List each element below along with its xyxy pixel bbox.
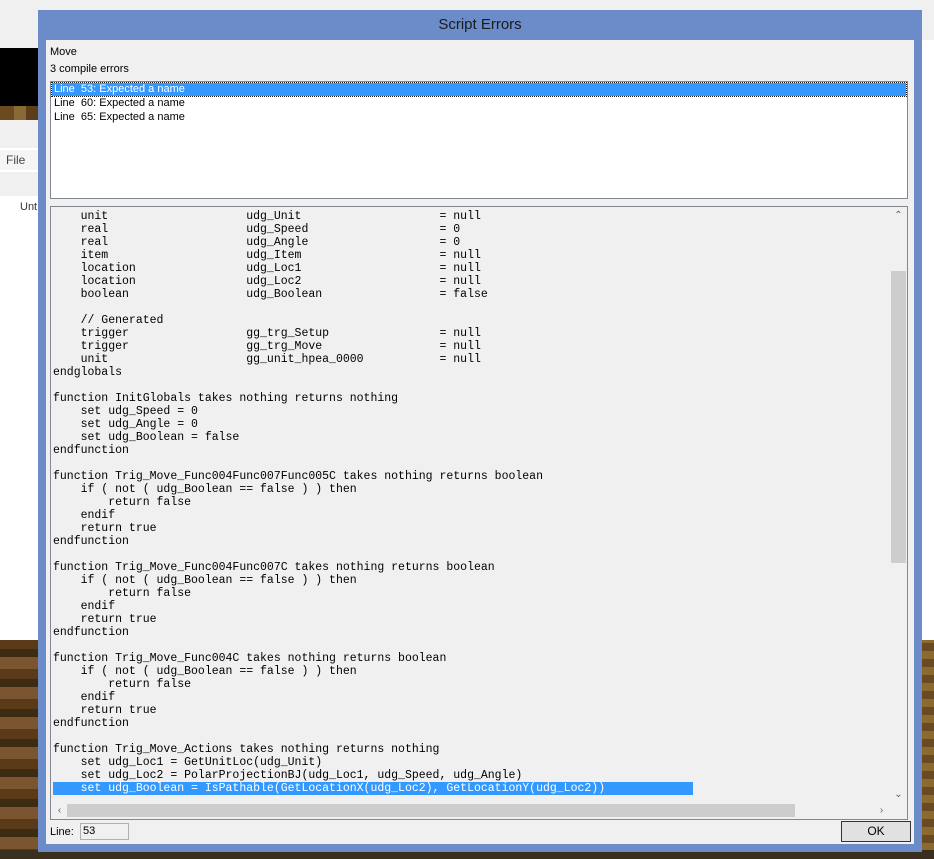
code-line: endfunction [53, 626, 129, 639]
background-tree-item[interactable]: Unt [20, 201, 37, 213]
code-line: set udg_Boolean = false [53, 431, 240, 444]
code-line: return false [53, 496, 192, 509]
background-terrain-right [920, 640, 934, 859]
background-menu-file[interactable]: File [0, 150, 40, 170]
code-line: if ( not ( udg_Boolean == false ) ) then [53, 483, 357, 496]
code-line: endif [53, 691, 116, 704]
script-errors-dialog: Script Errors Move 3 compile errors Line… [38, 10, 922, 852]
script-code-view[interactable]: unit udg_Unit = null real udg_Speed = 0 … [50, 206, 908, 820]
scroll-right-arrow-icon[interactable]: › [873, 802, 890, 819]
line-label: Line: [50, 826, 74, 838]
code-line: endfunction [53, 717, 129, 730]
code-line: endfunction [53, 535, 129, 548]
dialog-client-area: Move 3 compile errors Line 53: Expected … [46, 40, 914, 844]
code-line: function Trig_Move_Func004C takes nothin… [53, 652, 447, 665]
background-left-toolbar [0, 120, 40, 148]
code-line: location udg_Loc2 = null [53, 275, 481, 288]
code-line: endif [53, 600, 116, 613]
code-line: if ( not ( udg_Boolean == false ) ) then [53, 665, 357, 678]
code-line: boolean udg_Boolean = false [53, 288, 488, 301]
line-number-field: 53 [80, 823, 129, 840]
code-line: if ( not ( udg_Boolean == false ) ) then [53, 574, 357, 587]
horizontal-scrollbar[interactable]: ‹ › [51, 802, 890, 819]
code-line: return false [53, 587, 192, 600]
dialog-title: Script Errors [438, 16, 522, 33]
scroll-up-arrow-icon[interactable]: ⌃ [890, 207, 907, 224]
code-line: set udg_Boolean = IsPathable(GetLocation… [53, 782, 693, 795]
code-line: unit gg_unit_hpea_0000 = null [53, 353, 481, 366]
scroll-corner [890, 802, 907, 819]
vertical-scrollbar[interactable]: ⌃ ⌄ [890, 207, 907, 803]
background-terrain-left [0, 640, 40, 859]
scroll-down-arrow-icon[interactable]: ⌄ [890, 786, 907, 803]
code-line: location udg_Loc1 = null [53, 262, 481, 275]
ok-button[interactable]: OK [841, 821, 911, 842]
code-line: // Generated [53, 314, 164, 327]
code-line: real udg_Speed = 0 [53, 223, 461, 236]
background-right-panel [920, 40, 934, 640]
code-line: return false [53, 678, 192, 691]
horizontal-scroll-thumb[interactable] [67, 804, 795, 817]
code-lines: unit udg_Unit = null real udg_Speed = 0 … [53, 210, 889, 795]
code-line: unit udg_Unit = null [53, 210, 481, 223]
error-count-label: 3 compile errors [50, 63, 129, 75]
code-line: return true [53, 613, 157, 626]
code-line: set udg_Speed = 0 [53, 405, 198, 418]
code-line: function Trig_Move_Actions takes nothing… [53, 743, 440, 756]
error-list-item[interactable]: Line 53: Expected a name [51, 82, 907, 97]
code-line: set udg_Angle = 0 [53, 418, 198, 431]
code-line: function InitGlobals takes nothing retur… [53, 392, 399, 405]
code-line: trigger gg_trg_Move = null [53, 340, 481, 353]
code-line: real udg_Angle = 0 [53, 236, 461, 249]
code-line: endfunction [53, 444, 129, 457]
code-line: function Trig_Move_Func004Func007C takes… [53, 561, 495, 574]
code-line: set udg_Loc1 = GetUnitLoc(udg_Unit) [53, 756, 323, 769]
trigger-name-label: Move [50, 46, 77, 58]
code-line: trigger gg_trg_Setup = null [53, 327, 481, 340]
background-left-toolbar-2 [0, 172, 40, 196]
code-line: set udg_Loc2 = PolarProjectionBJ(udg_Loc… [53, 769, 523, 782]
code-line: item udg_Item = null [53, 249, 481, 262]
code-line: return true [53, 704, 157, 717]
error-list-item[interactable]: Line 65: Expected a name [52, 111, 906, 124]
code-line: endif [53, 509, 116, 522]
vertical-scroll-thumb[interactable] [891, 271, 906, 563]
error-list-item[interactable]: Line 60: Expected a name [52, 97, 906, 110]
error-list[interactable]: Line 53: Expected a name Line 60: Expecte… [50, 81, 908, 199]
code-line: return true [53, 522, 157, 535]
scroll-left-arrow-icon[interactable]: ‹ [51, 802, 68, 819]
background-trigger-tree: Unt [0, 198, 40, 638]
code-line: endglobals [53, 366, 123, 379]
code-line: function Trig_Move_Func004Func007Func005… [53, 470, 543, 483]
